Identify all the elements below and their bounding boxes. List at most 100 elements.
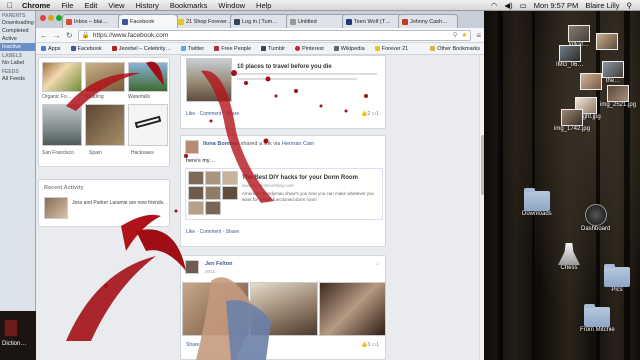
tab-untitled[interactable]: Untitled bbox=[286, 14, 346, 28]
menu-edit[interactable]: Edit bbox=[84, 1, 97, 10]
album-photo[interactable] bbox=[85, 104, 125, 146]
album-caption[interactable]: Spain bbox=[89, 150, 102, 156]
post-photo[interactable] bbox=[250, 282, 318, 336]
menu-history[interactable]: History bbox=[136, 1, 159, 10]
address-bar[interactable]: 🔒 https://www.facebook.com ⚲ ★ bbox=[77, 29, 472, 41]
desktop-file[interactable] bbox=[580, 73, 602, 90]
preview-thumb bbox=[188, 186, 204, 200]
author-name[interactable]: Jen Felton bbox=[205, 261, 233, 267]
other-bookmarks[interactable]: Other Bookmarks bbox=[430, 46, 480, 52]
filter-completed[interactable]: Completed bbox=[0, 27, 35, 35]
desktop-file[interactable]: img_2521.jpg bbox=[600, 85, 636, 108]
filter-inactive[interactable]: Inactive bbox=[0, 43, 35, 51]
link-description bbox=[237, 73, 377, 75]
chevron-down-icon[interactable]: ⌄ bbox=[375, 260, 380, 267]
bookmark-forever21[interactable]: Forever 21 bbox=[374, 46, 408, 52]
tab-tumblr[interactable]: Log in | Tum… bbox=[230, 14, 290, 28]
link-title[interactable]: 10 places to travel before you die bbox=[237, 64, 332, 70]
bookmark-wikipedia[interactable]: Wikipedia bbox=[333, 46, 365, 52]
pics-folder[interactable]: Pics bbox=[604, 264, 630, 293]
user-name[interactable]: Blaire Lilly bbox=[585, 1, 619, 10]
album-photo[interactable] bbox=[128, 62, 168, 92]
comment-count[interactable]: 1 bbox=[376, 111, 379, 117]
downloads-folder[interactable]: Downloads bbox=[522, 188, 552, 217]
bookmark-jezebel[interactable]: Jezebel – Celebrity… bbox=[111, 46, 171, 52]
zoom-icon[interactable]: ⚲ bbox=[453, 31, 458, 39]
author-avatar[interactable] bbox=[185, 260, 199, 274]
desktop-file[interactable]: IMG_06… bbox=[556, 45, 583, 68]
battery-icon[interactable]: ▭ bbox=[520, 1, 527, 10]
dictionary-app[interactable]: Diction… bbox=[0, 311, 36, 360]
desktop-file[interactable]: img_1742.jpg bbox=[554, 109, 590, 132]
friend-avatar[interactable] bbox=[44, 197, 68, 219]
menu-help[interactable]: Help bbox=[256, 1, 271, 10]
post-image[interactable] bbox=[186, 58, 232, 102]
album-photo[interactable] bbox=[85, 62, 125, 92]
menu-file[interactable]: File bbox=[61, 1, 73, 10]
app-menu[interactable]: Chrome bbox=[22, 1, 50, 10]
share-link[interactable]: Share bbox=[186, 342, 199, 348]
bookmark-apps[interactable]: Apps bbox=[41, 46, 61, 52]
bookmark-twitter[interactable]: Twitter bbox=[180, 46, 204, 52]
wifi-icon[interactable]: ◠ bbox=[491, 1, 498, 10]
tab-johnny-cash[interactable]: Johnny Cash… bbox=[398, 14, 458, 28]
album-photo[interactable] bbox=[42, 62, 82, 92]
hacksaw-graphic bbox=[134, 115, 162, 129]
chess-app[interactable]: Chess bbox=[558, 243, 580, 271]
volume-icon[interactable]: ◀) bbox=[504, 1, 512, 10]
clock[interactable]: Mon 9:57 PM bbox=[534, 1, 579, 10]
bookmark-facebook[interactable]: Facebook bbox=[70, 46, 102, 52]
search-icon[interactable]: ⚲ bbox=[627, 1, 633, 10]
like-count[interactable]: 2 bbox=[367, 111, 370, 117]
album-photo[interactable] bbox=[42, 104, 82, 146]
filter-all-feeds[interactable]: All Feeds bbox=[0, 75, 35, 83]
minimize-window-icon[interactable] bbox=[48, 15, 54, 21]
bookmark-pinterest[interactable]: Pinterest bbox=[295, 46, 324, 52]
comment-link[interactable]: Comment bbox=[200, 229, 222, 235]
comment-count[interactable]: 1 bbox=[376, 342, 379, 348]
bookmark-tumblr[interactable]: Tumblr bbox=[261, 46, 285, 52]
tab-teen-wolf[interactable]: Teen Wolf (T… bbox=[342, 14, 402, 28]
link-title[interactable]: The Best DIY hacks for your Dorm Room bbox=[242, 175, 358, 181]
tab-facebook[interactable]: Facebook bbox=[118, 14, 178, 28]
share-link[interactable]: Share bbox=[226, 111, 239, 117]
menu-view[interactable]: View bbox=[108, 1, 124, 10]
menu-window[interactable]: Window bbox=[218, 1, 245, 10]
like-link[interactable]: Like bbox=[186, 229, 195, 235]
desktop-file[interactable] bbox=[596, 33, 618, 50]
link-preview[interactable]: The Best DIY hacks for your Dorm Room ww… bbox=[185, 168, 383, 220]
bookmark-star-icon[interactable]: ★ bbox=[462, 31, 468, 39]
album-caption[interactable]: Organic Fo… bbox=[42, 94, 72, 100]
close-window-icon[interactable] bbox=[40, 15, 46, 21]
album-caption[interactable]: Hacksaws bbox=[131, 150, 154, 156]
post-photo[interactable] bbox=[319, 282, 386, 336]
zoom-window-icon[interactable] bbox=[56, 15, 62, 21]
forward-icon[interactable]: → bbox=[53, 31, 61, 40]
comment-link[interactable]: Comment bbox=[200, 111, 222, 117]
like-count[interactable]: 3 bbox=[367, 342, 370, 348]
reload-icon[interactable]: ↻ bbox=[66, 31, 73, 40]
like-link[interactable]: Like bbox=[186, 111, 195, 117]
dashboard-app[interactable]: Dashboard bbox=[581, 204, 610, 232]
author-avatar[interactable] bbox=[185, 140, 199, 154]
tab-forever21[interactable]: 21 Shop Forever… bbox=[174, 14, 234, 28]
desktop-file[interactable]: the… bbox=[602, 61, 624, 84]
album-photo[interactable] bbox=[128, 104, 168, 146]
album-caption[interactable]: Reading bbox=[85, 94, 104, 100]
back-icon[interactable]: ← bbox=[40, 31, 48, 40]
post-photo[interactable] bbox=[182, 282, 249, 336]
album-caption[interactable]: San Francisco bbox=[42, 150, 74, 156]
from-mitchie-folder[interactable]: From Mitchie bbox=[580, 304, 615, 333]
tab-gmail[interactable]: Inbox – blai… bbox=[62, 14, 122, 28]
filter-no-label[interactable]: No Label bbox=[0, 59, 35, 67]
menu-icon[interactable]: ≡ bbox=[476, 31, 481, 40]
share-link[interactable]: Share bbox=[226, 229, 239, 235]
menu-bookmarks[interactable]: Bookmarks bbox=[170, 1, 208, 10]
author-name[interactable]: Ilona Bommel bbox=[203, 141, 239, 147]
apple-menu-icon[interactable]:  bbox=[7, 1, 13, 10]
filter-active[interactable]: Active bbox=[0, 35, 35, 43]
bookmark-free-people[interactable]: Free People bbox=[214, 46, 251, 52]
album-caption[interactable]: Waterfalls bbox=[128, 94, 150, 100]
via-name[interactable]: Herman Cain bbox=[282, 141, 314, 147]
filter-downloading[interactable]: Downloading bbox=[0, 19, 35, 27]
